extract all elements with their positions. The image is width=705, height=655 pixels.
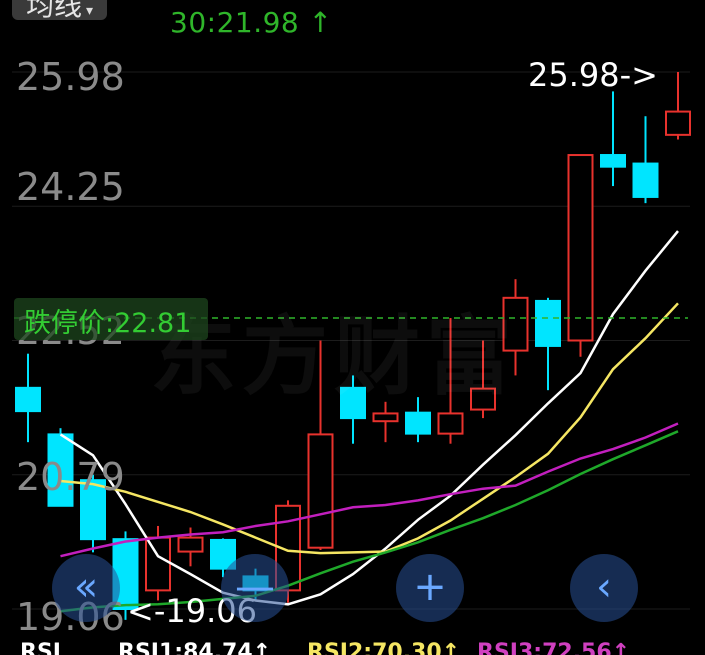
double-chevron-left-icon: « — [73, 564, 99, 610]
limit-price-label: 跌停价:22.81 — [24, 308, 192, 339]
candle-body — [405, 411, 431, 435]
minus-icon: — — [235, 564, 275, 610]
candle-body — [632, 162, 659, 198]
indicator-label: 均线 — [26, 0, 83, 22]
rsi2-value: RSI2:70.30↑ — [307, 640, 461, 655]
candle-body — [15, 386, 41, 413]
scroll-left-button[interactable]: « — [52, 554, 120, 622]
rsi1-value: RSI1:84.74↑ — [118, 640, 272, 655]
rsi-tab[interactable]: RSI — [20, 640, 61, 655]
chevron-left-icon: ‹ — [596, 564, 612, 610]
candle-body — [372, 412, 399, 423]
candle-body — [567, 154, 594, 342]
rsi-bar: RSI RSI1:84.74↑ RSI2:70.30↑ RSI3:72.56↑ — [0, 634, 705, 655]
candle-body — [535, 299, 561, 347]
candle-body — [177, 536, 204, 553]
chevron-down-icon: ▾ — [86, 3, 94, 19]
plus-icon: + — [413, 564, 447, 610]
y-tick-label: 20.79 — [16, 455, 125, 499]
candle-body — [145, 536, 171, 592]
indicator-dropdown[interactable]: 均线 ▾ — [12, 0, 108, 22]
candle-body — [437, 412, 464, 435]
timestamp: 30:21.98 ↑ — [170, 6, 333, 39]
candle-body — [307, 433, 334, 549]
zoom-in-button[interactable]: + — [396, 554, 464, 622]
candle-body — [665, 110, 691, 136]
ma-line-ma20 — [60, 422, 679, 558]
step-left-button[interactable]: ‹ — [570, 554, 638, 622]
zoom-out-button[interactable]: — — [221, 554, 289, 622]
high-marker-label: 25.98-> — [528, 56, 658, 94]
candle-body — [600, 154, 626, 168]
y-tick-label: 25.98 — [16, 55, 125, 99]
y-tick-label: 24.25 — [16, 165, 125, 209]
rsi3-value: RSI3:72.56↑ — [477, 640, 631, 655]
